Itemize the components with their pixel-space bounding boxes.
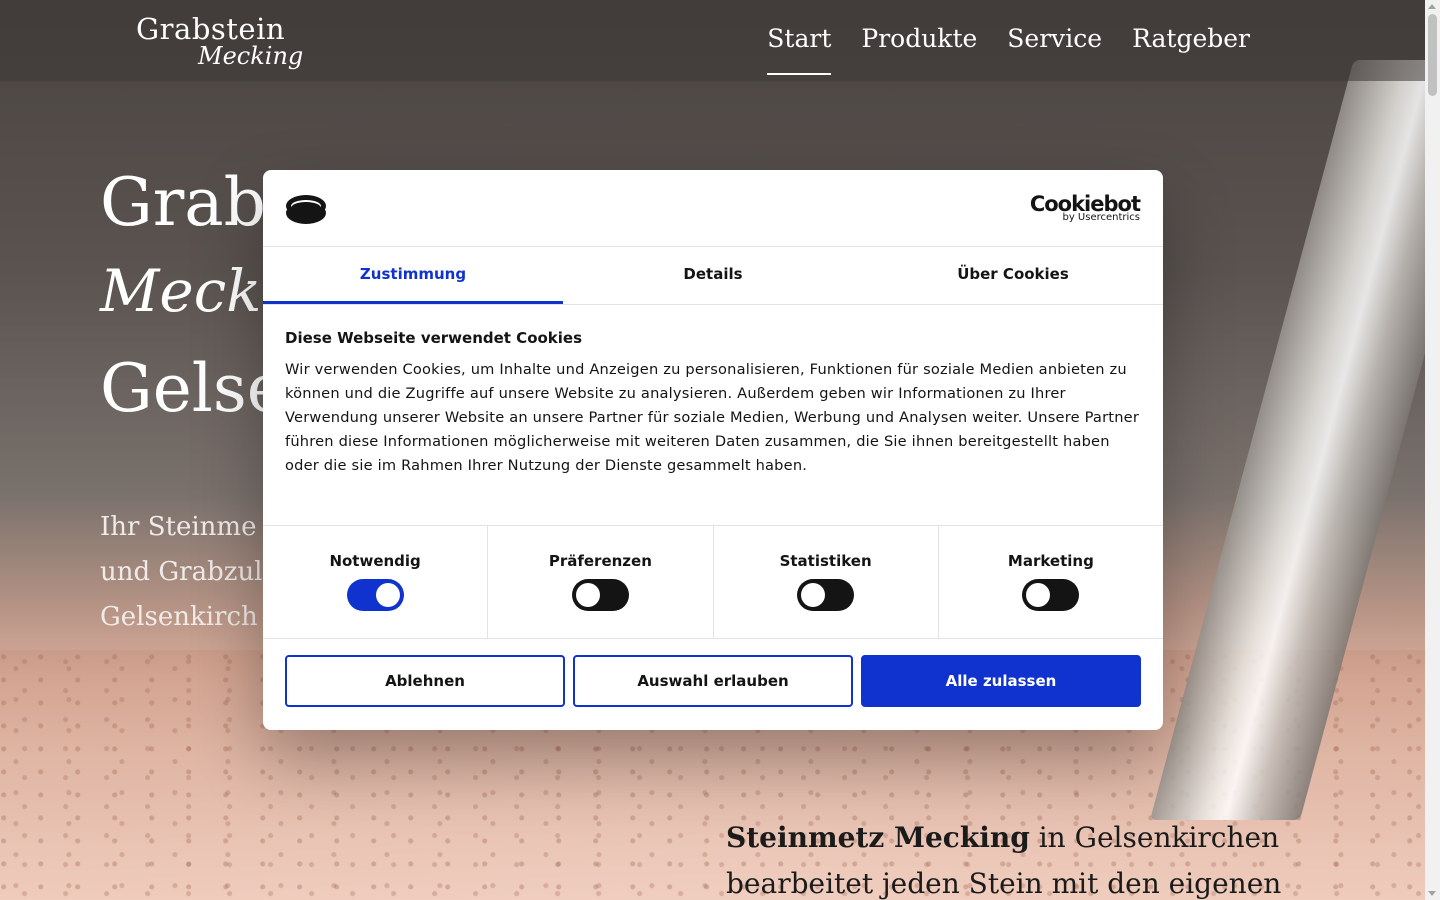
consent-label: Statistiken: [779, 552, 872, 570]
cookie-buttons: Ablehnen Auswahl erlauben Alle zulassen: [263, 639, 1163, 707]
tab-ueber-cookies[interactable]: Über Cookies: [863, 247, 1163, 304]
preferences-toggle[interactable]: [571, 579, 629, 611]
main-nav: Start Produkte Service Ratgeber: [767, 24, 1250, 75]
consent-necessary: Notwendig: [263, 526, 489, 638]
consent-label: Marketing: [1007, 552, 1094, 570]
intro-bold: Steinmetz Mecking: [726, 821, 1030, 854]
scroll-up-icon[interactable]: [1428, 4, 1436, 9]
necessary-toggle[interactable]: [346, 579, 404, 611]
cookie-logo-icon: [285, 193, 327, 229]
page-scrollbar[interactable]: [1425, 0, 1440, 900]
nav-start[interactable]: Start: [767, 24, 832, 75]
allow-selection-button[interactable]: Auswahl erlauben: [573, 655, 853, 707]
toggle-knob: [1026, 583, 1051, 607]
cookie-text: Wir verwenden Cookies, um Inhalte und An…: [285, 361, 1140, 474]
consent-marketing: Marketing: [939, 526, 1163, 638]
consent-categories: Notwendig Präferenzen Statistiken Market…: [263, 526, 1163, 639]
cookie-heading: Diese Webseite verwendet Cookies: [285, 329, 583, 347]
toggle-knob: [375, 583, 400, 607]
consent-label: Präferenzen: [548, 552, 652, 570]
consent-label: Notwendig: [329, 552, 421, 570]
cookiebot-brand[interactable]: Cookiebot by Usercentrics: [1030, 192, 1141, 223]
site-logo[interactable]: Grabstein Mecking: [136, 12, 303, 70]
toggle-knob: [575, 583, 600, 607]
nav-service[interactable]: Service: [1007, 24, 1102, 75]
scrollbar-thumb[interactable]: [1428, 14, 1437, 96]
scroll-down-icon[interactable]: [1428, 891, 1436, 896]
marketing-toggle[interactable]: [1022, 579, 1080, 611]
toggle-knob: [801, 583, 826, 607]
cookie-dialog: Cookiebot by Usercentrics Zustimmung Det…: [263, 170, 1163, 730]
nav-ratgeber[interactable]: Ratgeber: [1132, 24, 1250, 75]
nav-produkte[interactable]: Produkte: [861, 24, 977, 75]
intro-text: Steinmetz Mecking in Gelsenkirchen bearb…: [726, 815, 1286, 900]
consent-statistics: Statistiken: [714, 526, 939, 638]
logo-line-2: Mecking: [198, 42, 304, 70]
tab-zustimmung[interactable]: Zustimmung: [263, 247, 563, 304]
decline-button[interactable]: Ablehnen: [285, 655, 565, 707]
consent-preferences: Präferenzen: [488, 526, 714, 638]
tab-details[interactable]: Details: [563, 247, 863, 304]
site-header: Grabstein Mecking Start Produkte Service…: [0, 0, 1425, 81]
cookie-body: Diese Webseite verwendet Cookies Wir ver…: [263, 305, 1163, 526]
cookie-dialog-header: Cookiebot by Usercentrics: [263, 170, 1163, 247]
statistics-toggle[interactable]: [797, 579, 855, 611]
cookie-tabs: Zustimmung Details Über Cookies: [263, 247, 1163, 305]
allow-all-button[interactable]: Alle zulassen: [861, 655, 1141, 707]
logo-line-1: Grabstein: [136, 12, 286, 46]
